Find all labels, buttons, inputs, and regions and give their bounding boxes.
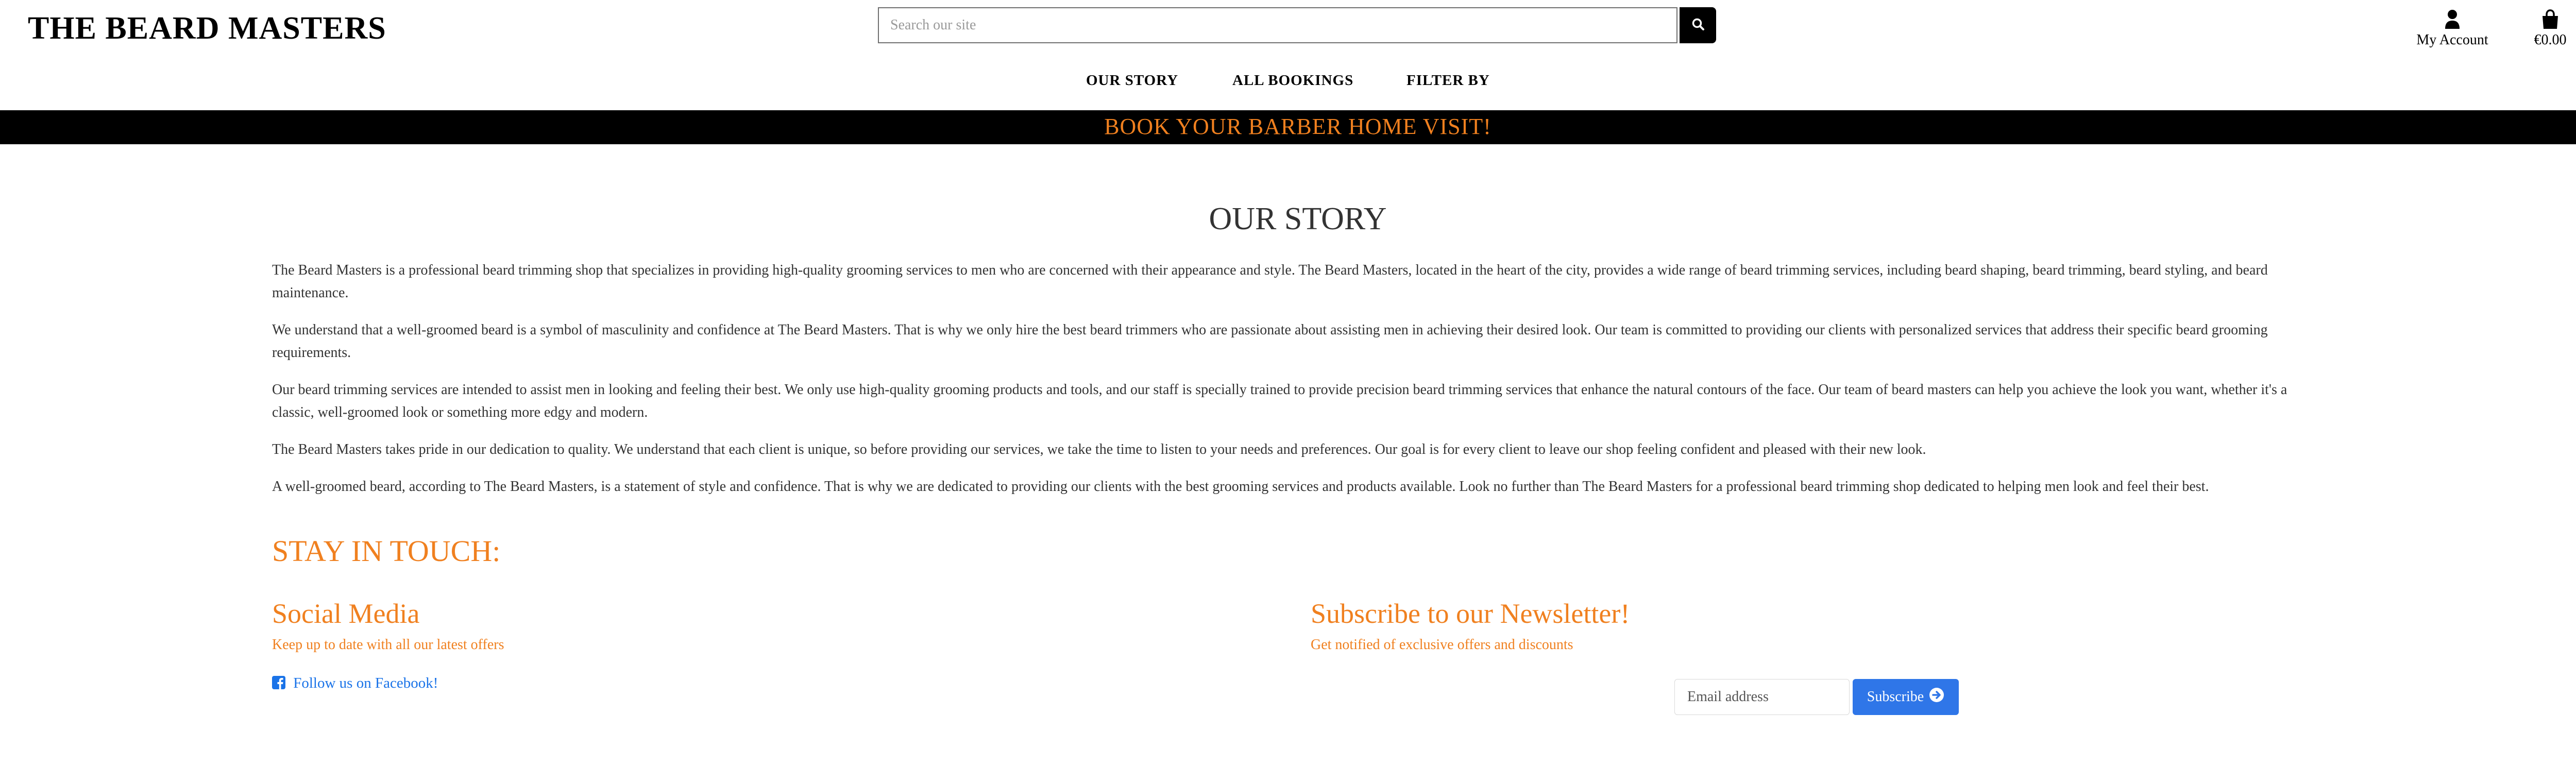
nav-all-bookings[interactable]: ALL BOOKINGS — [1232, 72, 1353, 89]
cart-link[interactable]: €0.00 — [2524, 9, 2576, 50]
newsletter-section: Subscribe to our Newsletter! Get notifie… — [1311, 598, 2290, 653]
cart-total: €0.00 — [2534, 32, 2567, 48]
story-paragraph: The Beard Masters is a professional bear… — [272, 262, 2268, 301]
stay-in-touch-heading: STAY IN TOUCH: — [272, 534, 501, 568]
nav-filter-by[interactable]: FILTER BY — [1406, 72, 1490, 89]
facebook-icon — [272, 675, 293, 691]
site-header: THE BEARD MASTERS My Account — [0, 0, 2576, 110]
nav-our-story[interactable]: OUR STORY — [1086, 72, 1178, 89]
story-content: The Beard Masters is a professional bear… — [272, 259, 2323, 513]
search-icon — [1691, 18, 1705, 33]
page-title: OUR STORY — [1209, 201, 1387, 236]
subscribe-button-label: Subscribe — [1867, 689, 1924, 705]
newsletter-heading: Subscribe to our Newsletter! — [1311, 598, 1630, 629]
social-media-heading: Social Media — [272, 598, 420, 629]
search-bar — [878, 7, 1716, 43]
story-paragraph: We understand that a well-groomed beard … — [272, 322, 2268, 361]
story-paragraph: A well-groomed beard, according to The B… — [272, 479, 2209, 495]
brand-logo[interactable]: THE BEARD MASTERS — [28, 10, 386, 47]
story-paragraph: The Beard Masters takes pride in our ded… — [272, 441, 1926, 457]
search-input[interactable] — [878, 7, 1677, 43]
newsletter-email-input[interactable] — [1674, 679, 1850, 715]
story-paragraph: Our beard trimming services are intended… — [272, 382, 2287, 420]
facebook-link-label: Follow us on Facebook! — [293, 675, 438, 691]
my-account-link[interactable]: My Account — [2411, 9, 2494, 50]
promo-banner-text[interactable]: BOOK YOUR BARBER HOME VISIT! — [1104, 113, 1492, 140]
shopping-bag-icon — [2541, 9, 2560, 32]
arrow-circle-right-icon — [1929, 687, 1944, 707]
social-media-section: Social Media Keep up to date with all ou… — [272, 598, 1251, 691]
newsletter-subtitle: Get notified of exclusive offers and dis… — [1311, 637, 1573, 653]
my-account-label: My Account — [2416, 32, 2488, 48]
facebook-link[interactable]: Follow us on Facebook! — [272, 675, 438, 692]
user-icon — [2444, 9, 2461, 32]
search-button[interactable] — [1680, 7, 1716, 43]
social-media-subtitle: Keep up to date with all our latest offe… — [272, 637, 504, 653]
main-nav: OUR STORY ALL BOOKINGS FILTER BY — [0, 72, 2576, 95]
promo-banner: BOOK YOUR BARBER HOME VISIT! — [0, 110, 2576, 144]
subscribe-button[interactable]: Subscribe — [1853, 679, 1959, 715]
